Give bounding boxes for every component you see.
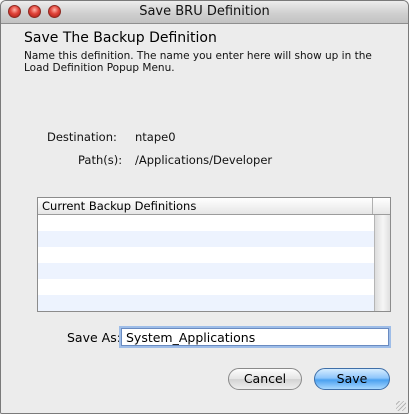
dialog-heading: Save The Backup Definition (24, 30, 217, 46)
table-row[interactable] (38, 263, 374, 279)
paths-value: /Applications/Developer (135, 153, 273, 167)
table-row[interactable] (38, 295, 374, 311)
table-scrollbar[interactable] (374, 215, 390, 311)
dialog-window: Save BRU Definition Save The Backup Defi… (0, 0, 409, 414)
paths-label: Path(s): (78, 153, 123, 167)
save-button[interactable]: Save (314, 368, 390, 390)
table-row[interactable] (38, 215, 374, 231)
save-as-input[interactable] (121, 328, 389, 346)
title-bar[interactable]: Save BRU Definition (1, 1, 408, 24)
column-divider (372, 198, 373, 214)
table-row[interactable] (38, 247, 374, 263)
column-header-current-backup-definitions[interactable]: Current Backup Definitions (42, 199, 196, 213)
cancel-button[interactable]: Cancel (228, 368, 302, 390)
table-header[interactable]: Current Backup Definitions (38, 198, 390, 215)
table-row[interactable] (38, 279, 374, 295)
backup-definitions-table[interactable]: Current Backup Definitions (37, 197, 391, 312)
destination-label: Destination: (47, 130, 117, 144)
save-as-label: Save As: (67, 330, 121, 345)
dialog-description: Name this definition. The name you enter… (24, 50, 372, 74)
table-row[interactable] (38, 231, 374, 247)
destination-value: ntape0 (135, 130, 176, 144)
resize-grip-icon[interactable] (396, 401, 406, 411)
window-title: Save BRU Definition (139, 4, 270, 19)
